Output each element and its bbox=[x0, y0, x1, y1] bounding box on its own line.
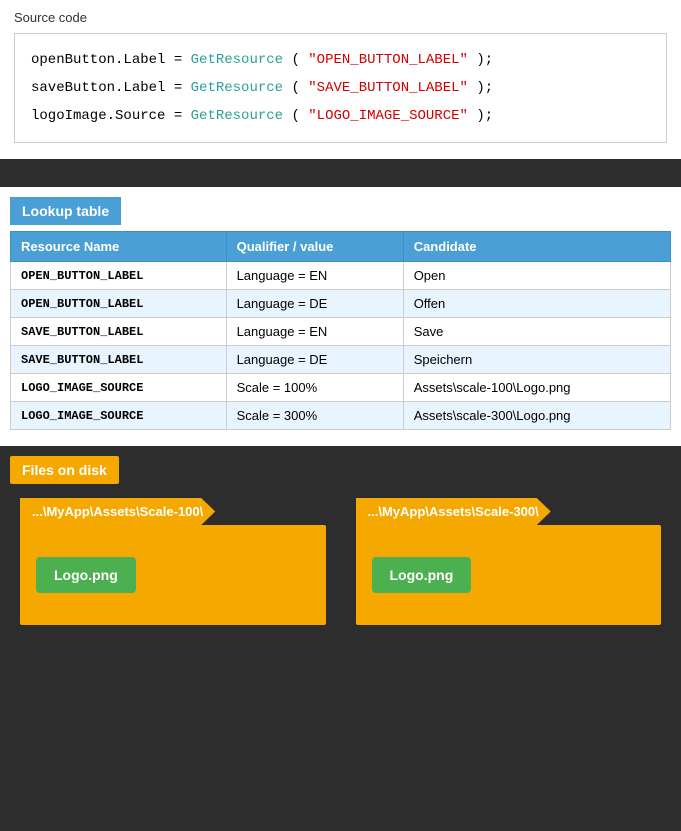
code-line-2: saveButton.Label = GetResource ( "SAVE_B… bbox=[31, 74, 650, 102]
qualifier-cell: Scale = 300% bbox=[226, 402, 403, 430]
resource-name-cell: OPEN_BUTTON_LABEL bbox=[11, 290, 227, 318]
table-row: SAVE_BUTTON_LABELLanguage = ENSave bbox=[11, 318, 671, 346]
qualifier-cell: Scale = 100% bbox=[226, 374, 403, 402]
candidate-cell: Open bbox=[403, 262, 670, 290]
qualifier-cell: Language = EN bbox=[226, 318, 403, 346]
candidate-cell: Offen bbox=[403, 290, 670, 318]
table-row: LOGO_IMAGE_SOURCEScale = 300%Assets\scal… bbox=[11, 402, 671, 430]
files-on-disk-label: Files on disk bbox=[10, 456, 119, 484]
code-string-2: "SAVE_BUTTON_LABEL" bbox=[308, 80, 468, 96]
file-icon: Logo.png bbox=[36, 557, 136, 593]
code-string-1: "OPEN_BUTTON_LABEL" bbox=[308, 52, 468, 68]
folder-body: Logo.png bbox=[20, 525, 326, 625]
lookup-table: Resource Name Qualifier / value Candidat… bbox=[10, 231, 671, 430]
folders-row: ...\MyApp\Assets\Scale-100\Logo.png...\M… bbox=[10, 498, 671, 625]
folder-container: ...\MyApp\Assets\Scale-100\ Logo.png bbox=[20, 498, 326, 625]
qualifier-cell: Language = DE bbox=[226, 290, 403, 318]
file-icon: Logo.png bbox=[372, 557, 472, 593]
code-line-1: openButton.Label = GetResource ( "OPEN_B… bbox=[31, 46, 650, 74]
table-row: SAVE_BUTTON_LABELLanguage = DESpeichern bbox=[11, 346, 671, 374]
col-resource-name: Resource Name bbox=[11, 232, 227, 262]
code-method-3: GetResource bbox=[191, 108, 283, 124]
source-code-section: Source code openButton.Label = GetResour… bbox=[0, 0, 681, 159]
lookup-table-section: Lookup table Resource Name Qualifier / v… bbox=[0, 187, 681, 446]
col-qualifier: Qualifier / value bbox=[226, 232, 403, 262]
table-row: OPEN_BUTTON_LABELLanguage = DEOffen bbox=[11, 290, 671, 318]
resource-name-cell: LOGO_IMAGE_SOURCE bbox=[11, 374, 227, 402]
code-var-1: openButton.Label bbox=[31, 52, 165, 68]
qualifier-cell: Language = DE bbox=[226, 346, 403, 374]
candidate-cell: Speichern bbox=[403, 346, 670, 374]
code-block: openButton.Label = GetResource ( "OPEN_B… bbox=[14, 33, 667, 143]
folder-tab: ...\MyApp\Assets\Scale-300\ bbox=[356, 498, 551, 525]
divider-1 bbox=[0, 159, 681, 187]
code-var-2: saveButton.Label bbox=[31, 80, 165, 96]
qualifier-cell: Language = EN bbox=[226, 262, 403, 290]
candidate-cell: Assets\scale-100\Logo.png bbox=[403, 374, 670, 402]
resource-name-cell: SAVE_BUTTON_LABEL bbox=[11, 346, 227, 374]
code-line-3: logoImage.Source = GetResource ( "LOGO_I… bbox=[31, 102, 650, 130]
resource-name-cell: SAVE_BUTTON_LABEL bbox=[11, 318, 227, 346]
candidate-cell: Assets\scale-300\Logo.png bbox=[403, 402, 670, 430]
folder-body: Logo.png bbox=[356, 525, 662, 625]
code-string-3: "LOGO_IMAGE_SOURCE" bbox=[308, 108, 468, 124]
source-code-label: Source code bbox=[14, 10, 667, 25]
code-var-3: logoImage.Source bbox=[31, 108, 165, 124]
candidate-cell: Save bbox=[403, 318, 670, 346]
folder-container: ...\MyApp\Assets\Scale-300\ Logo.png bbox=[356, 498, 662, 625]
resource-name-cell: OPEN_BUTTON_LABEL bbox=[11, 262, 227, 290]
table-header-row: Resource Name Qualifier / value Candidat… bbox=[11, 232, 671, 262]
table-row: LOGO_IMAGE_SOURCEScale = 100%Assets\scal… bbox=[11, 374, 671, 402]
lookup-table-label: Lookup table bbox=[10, 197, 121, 225]
resource-name-cell: LOGO_IMAGE_SOURCE bbox=[11, 402, 227, 430]
col-candidate: Candidate bbox=[403, 232, 670, 262]
code-method-1: GetResource bbox=[191, 52, 283, 68]
folder-tab: ...\MyApp\Assets\Scale-100\ bbox=[20, 498, 215, 525]
code-method-2: GetResource bbox=[191, 80, 283, 96]
table-row: OPEN_BUTTON_LABELLanguage = ENOpen bbox=[11, 262, 671, 290]
files-on-disk-section: Files on disk ...\MyApp\Assets\Scale-100… bbox=[0, 446, 681, 645]
